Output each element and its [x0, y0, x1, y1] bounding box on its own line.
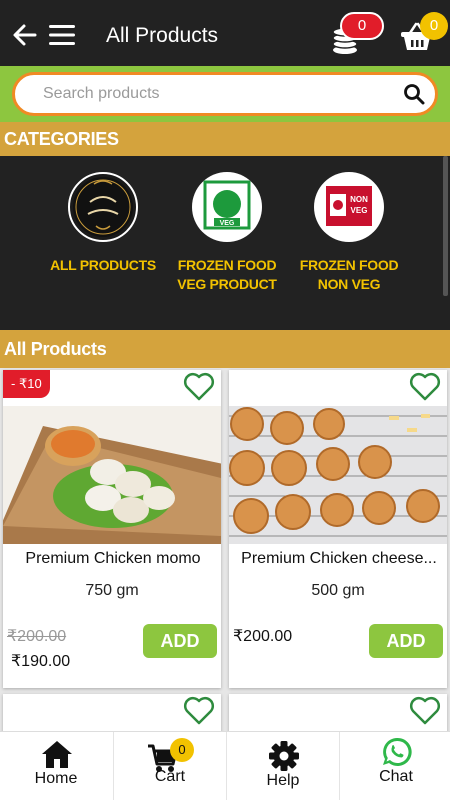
basket-count-badge: 0 [420, 12, 448, 40]
nav-home-label: Home [34, 770, 78, 787]
category-label: FROZEN FOOD NON VEG [284, 256, 414, 294]
product-name[interactable]: Premium Chicken momo [11, 550, 215, 568]
wishlist-heart-icon[interactable] [183, 372, 215, 402]
discount-badge: - ₹10 [3, 370, 50, 398]
categories-heading: CATEGORIES [0, 122, 450, 156]
whatsapp-icon [383, 737, 412, 766]
products-heading: All Products [0, 330, 450, 368]
top-app-bar: All Products 0 0 [0, 0, 450, 66]
product-price: ₹200.00 [233, 628, 293, 645]
svg-text:NON: NON [350, 195, 368, 204]
bottom-navigation: Home 0 Cart Help Chat [0, 731, 450, 800]
product-card[interactable] [229, 694, 447, 734]
momo-photo[interactable] [3, 406, 221, 544]
category-label: ALL PRODUCTS [50, 257, 156, 273]
categories-carousel[interactable]: ALL PRODUCTS VEG FROZEN FOOD VEG PRODUCT… [0, 156, 450, 330]
gear-icon [269, 741, 299, 771]
wishlist-heart-icon[interactable] [183, 696, 215, 726]
add-to-cart-button[interactable]: ADD [143, 624, 217, 658]
category-frozen-non-veg[interactable]: NON VEG FROZEN FOOD NON VEG [284, 172, 414, 294]
product-weight: 500 gm [311, 582, 365, 599]
home-icon [42, 741, 72, 768]
product-weight: 750 gm [85, 582, 139, 599]
wishlist-heart-icon[interactable] [409, 696, 441, 726]
cheese-tart-photo[interactable] [229, 406, 447, 544]
nav-help-label: Help [266, 772, 300, 789]
product-name[interactable]: Premium Chicken cheese... [237, 550, 441, 568]
back-arrow-icon[interactable] [12, 22, 38, 48]
nav-cart[interactable]: 0 Cart [113, 732, 225, 800]
original-price: ₹200.00 [7, 628, 67, 645]
nav-help[interactable]: Help [226, 732, 338, 800]
hamburger-menu-icon[interactable] [48, 24, 76, 46]
add-to-cart-button[interactable]: ADD [369, 624, 443, 658]
wallet-count-badge: 0 [340, 12, 384, 40]
search-icon[interactable] [403, 83, 425, 105]
veg-mark-icon: VEG [192, 172, 262, 242]
page-title: All Products [106, 24, 219, 47]
search-input[interactable] [43, 75, 383, 113]
brand-logo [68, 172, 138, 242]
category-label: FROZEN FOOD VEG PRODUCT [162, 256, 292, 294]
search-box[interactable] [12, 72, 438, 116]
category-label-line1: FROZEN FOOD [299, 257, 399, 273]
wishlist-heart-icon[interactable] [409, 372, 441, 402]
svg-text:VEG: VEG [220, 220, 235, 227]
non-veg-mark-icon: NON VEG [314, 172, 384, 242]
nav-chat[interactable]: Chat [339, 732, 450, 800]
svg-text:VEG: VEG [351, 206, 368, 215]
category-label-line2: NON VEG [317, 276, 381, 292]
search-bar [0, 66, 450, 122]
sale-price: ₹190.00 [11, 653, 71, 670]
category-all-products[interactable]: ALL PRODUCTS [38, 172, 168, 275]
categories-scrollbar[interactable] [443, 156, 448, 296]
category-label-line2: VEG PRODUCT [177, 276, 277, 292]
category-frozen-veg[interactable]: VEG FROZEN FOOD VEG PRODUCT [162, 172, 292, 294]
nav-cart-label: Cart [154, 768, 186, 785]
product-card[interactable]: - ₹10 Premium Chicken momo 750 gm ₹200.0… [3, 370, 221, 688]
product-card[interactable] [3, 694, 221, 734]
brand-logo-mark [73, 177, 133, 237]
category-label-line1: FROZEN FOOD [177, 257, 277, 273]
nav-home[interactable]: Home [0, 732, 112, 800]
product-card[interactable]: Premium Chicken cheese... 500 gm ₹200.00… [229, 370, 447, 688]
nav-chat-label: Chat [379, 768, 413, 785]
cart-count-badge: 0 [170, 738, 194, 762]
